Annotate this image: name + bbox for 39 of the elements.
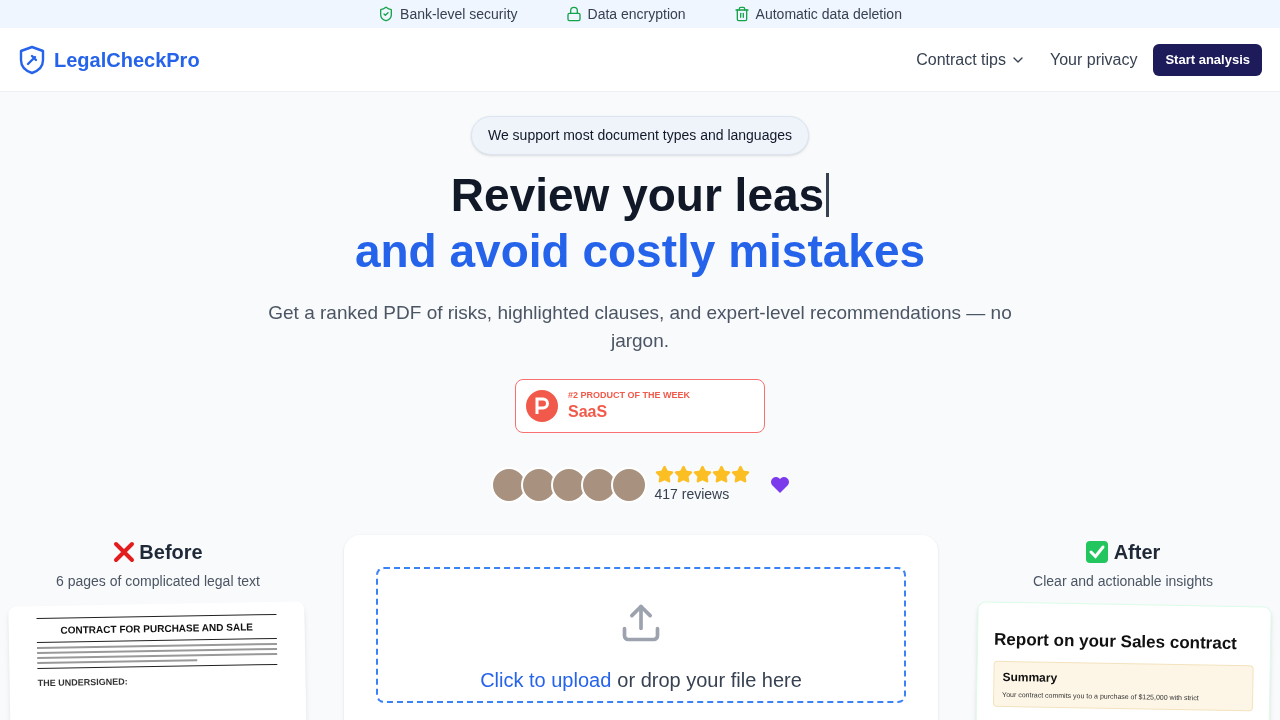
nav-link[interactable]: Your privacy bbox=[1050, 47, 1138, 72]
check-box-icon bbox=[1085, 541, 1108, 563]
summary-title: Summary bbox=[1002, 668, 1059, 687]
shield-check-icon bbox=[378, 6, 395, 22]
star-icon bbox=[711, 465, 731, 484]
trash-icon bbox=[733, 6, 750, 22]
nav-link[interactable]: Contract tips bbox=[916, 47, 1026, 72]
hero-title: Review your leas bbox=[450, 168, 825, 223]
award-category: SaaS bbox=[568, 401, 609, 422]
hero-title-highlight: and avoid costly mistakes bbox=[354, 224, 926, 279]
upload-dropzone[interactable]: Click to upload or drop your file here bbox=[376, 567, 906, 703]
shield-logo-icon bbox=[18, 44, 46, 75]
after-subtitle: Clear and actionable insights bbox=[1033, 572, 1213, 591]
trust-label: Automatic data deletion bbox=[755, 4, 902, 24]
star-icon bbox=[673, 465, 693, 484]
report-title: Report on your Sales contract bbox=[993, 628, 1238, 655]
lock-icon bbox=[565, 6, 582, 22]
info-pill: We support most document types and languages bbox=[470, 116, 809, 155]
document-heading: THE UNDERSIGNED: bbox=[37, 675, 129, 691]
award-rank: #2 PRODUCT OF THE WEEK bbox=[568, 390, 690, 402]
star-icon bbox=[692, 465, 712, 484]
hero-subtitle: Get a ranked PDF of risks, highlighted clauses, and expert-level recommendations — no jargon. bbox=[267, 301, 1013, 353]
p-logo-icon bbox=[526, 390, 558, 422]
cross-icon bbox=[113, 541, 136, 563]
start-analysis-button[interactable]: Start analysis bbox=[1153, 43, 1262, 76]
upload-link[interactable]: Click to upload bbox=[480, 665, 612, 695]
star-icon bbox=[654, 465, 674, 484]
star-icon bbox=[730, 465, 750, 484]
logo-text[interactable]: LegalCheckPro bbox=[54, 44, 200, 75]
avatar bbox=[610, 467, 647, 503]
after-title: After bbox=[1113, 540, 1161, 565]
trust-label: Data encryption bbox=[587, 4, 686, 24]
upload-text: or drop your file here bbox=[617, 668, 802, 693]
review-count: 417 reviews bbox=[654, 485, 731, 504]
document-title: CONTRACT FOR PURCHASE AND SALE bbox=[60, 620, 253, 638]
before-subtitle: 6 pages of complicated legal text bbox=[56, 572, 260, 591]
trust-label: Bank-level security bbox=[400, 4, 518, 24]
before-title: Before bbox=[139, 540, 203, 565]
heart-icon bbox=[769, 476, 790, 494]
